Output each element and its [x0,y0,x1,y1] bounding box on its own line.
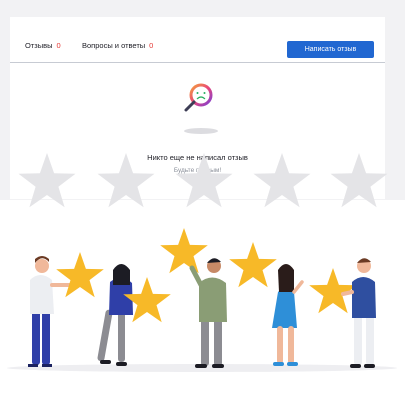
gold-star-1 [56,252,104,298]
people-with-stars-illustration [7,228,397,372]
person-3 [189,258,227,368]
person-2 [97,264,133,366]
gold-star-3 [160,228,208,274]
gold-star-4 [229,242,277,288]
person-4 [272,264,304,366]
person-5 [341,258,376,368]
